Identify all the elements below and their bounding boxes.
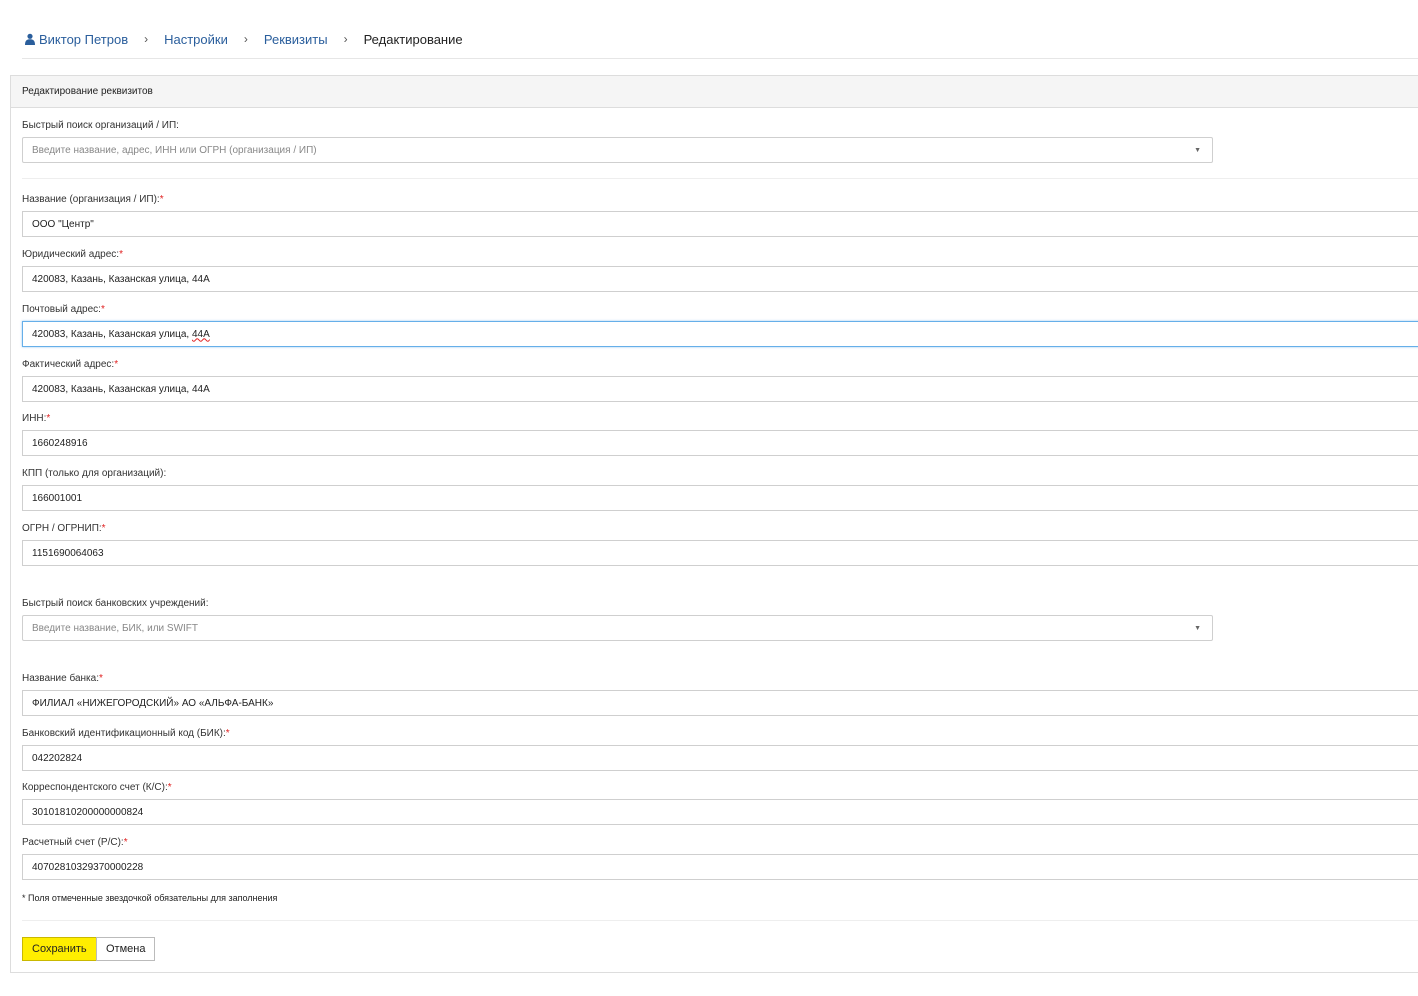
breadcrumb-separator: › <box>243 32 248 46</box>
bik-label: Банковский идентификационный код (БИК):* <box>22 728 230 739</box>
ogrn-label: ОГРН / ОГРНИП:* <box>22 523 106 534</box>
chevron-down-icon: ▼ <box>1194 624 1201 632</box>
chevron-down-icon: ▼ <box>1194 146 1201 154</box>
account-label: Расчетный счет (Р/С):* <box>22 837 128 848</box>
legal-address-input[interactable]: 420083, Казань, Казанская улица, 44А <box>22 266 1418 292</box>
kpp-label: КПП (только для организаций): <box>22 468 167 479</box>
bank-search-placeholder: Введите название, БИК, или SWIFT <box>32 622 199 634</box>
requisites-panel: Редактирование реквизитов <box>10 75 1418 973</box>
required-fields-note: * Поля отмеченные звездочкой обязательны… <box>22 893 278 903</box>
cancel-button[interactable]: Отмена <box>96 937 156 961</box>
section-divider <box>22 178 1418 179</box>
user-icon <box>25 33 35 45</box>
postal-address-input[interactable]: 420083, Казань, Казанская улица, 44А <box>22 321 1418 347</box>
org-search-label: Быстрый поиск организаций / ИП: <box>22 120 179 131</box>
bank-search-select[interactable]: Введите название, БИК, или SWIFT ▼ <box>22 615 1213 641</box>
name-label: Название (организация / ИП):* <box>22 194 164 205</box>
ogrn-input[interactable]: 1151690064063 <box>22 540 1418 566</box>
panel-title: Редактирование реквизитов <box>11 76 1418 108</box>
org-search-placeholder: Введите название, адрес, ИНН или ОГРН (о… <box>32 144 317 156</box>
inn-label: ИНН:* <box>22 413 51 424</box>
legal-address-label: Юридический адрес:* <box>22 249 123 260</box>
inn-input[interactable]: 1660248916 <box>22 430 1418 456</box>
breadcrumb-settings-link[interactable]: Настройки <box>164 32 228 47</box>
actual-address-label: Фактический адрес:* <box>22 359 119 370</box>
bik-input[interactable]: 042202824 <box>22 745 1418 771</box>
account-input[interactable]: 40702810329370000228 <box>22 854 1418 880</box>
kpp-input[interactable]: 166001001 <box>22 485 1418 511</box>
breadcrumb-separator: › <box>343 32 348 46</box>
corr-account-label: Корреспондентского счет (К/С):* <box>22 782 172 793</box>
bank-name-label: Название банка:* <box>22 673 103 684</box>
bank-name-input[interactable]: ФИЛИАЛ «НИЖЕГОРОДСКИЙ» АО «АЛЬФА-БАНК» <box>22 690 1418 716</box>
breadcrumb-requisites-link[interactable]: Реквизиты <box>264 32 328 47</box>
save-button[interactable]: Сохранить <box>22 937 97 961</box>
bank-search-label: Быстрый поиск банковских учреждений: <box>22 598 209 609</box>
breadcrumb-current: Редактирование <box>363 31 463 47</box>
breadcrumb-divider <box>22 58 1418 59</box>
org-search-select[interactable]: Введите название, адрес, ИНН или ОГРН (о… <box>22 137 1213 163</box>
corr-account-input[interactable]: 30101810200000000824 <box>22 799 1418 825</box>
actual-address-input[interactable]: 420083, Казань, Казанская улица, 44А <box>22 376 1418 402</box>
postal-address-label: Почтовый адрес:* <box>22 304 105 315</box>
breadcrumb: Виктор Петров › Настройки › Реквизиты › … <box>24 29 463 49</box>
breadcrumb-user-link[interactable]: Виктор Петров <box>39 32 128 47</box>
actions-divider <box>22 920 1418 921</box>
breadcrumb-separator: › <box>144 32 149 46</box>
name-input[interactable]: ООО "Центр" <box>22 211 1418 237</box>
